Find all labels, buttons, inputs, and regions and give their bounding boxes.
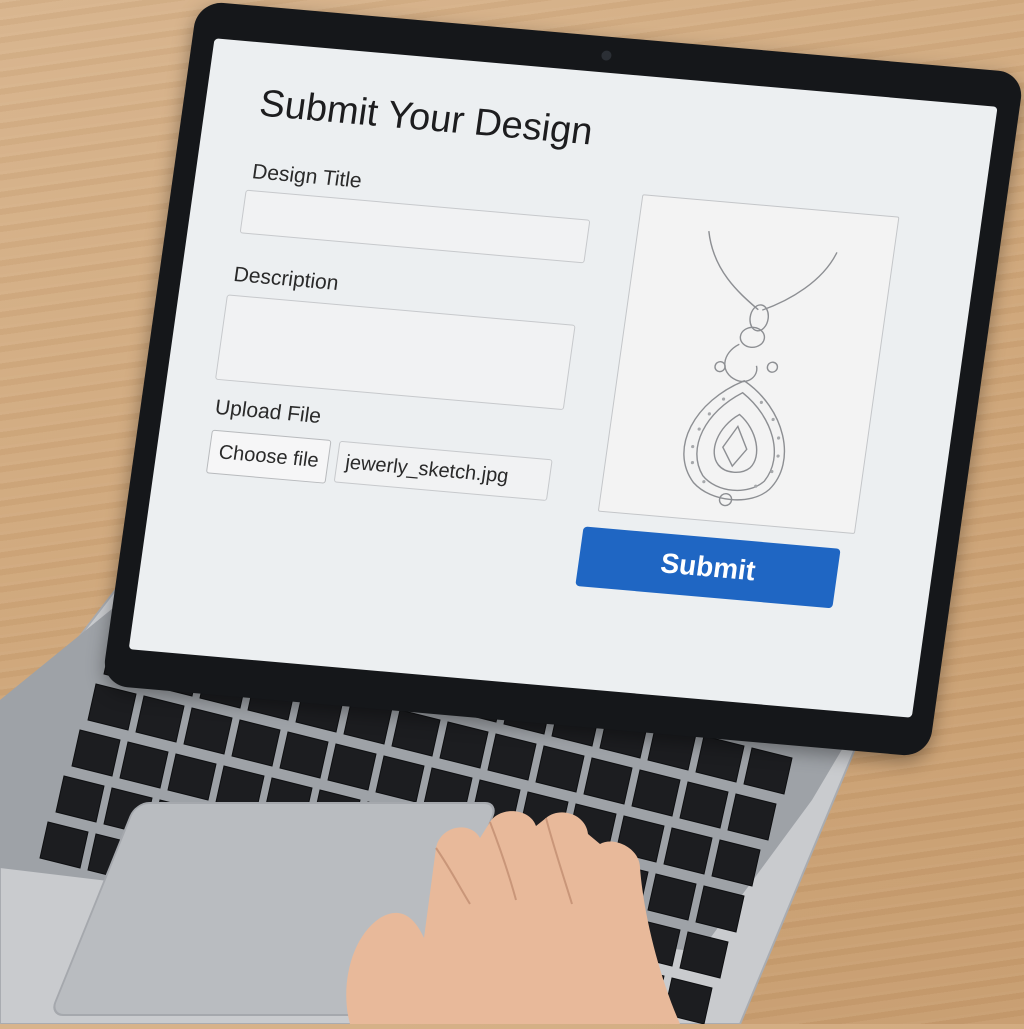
keyboard-key[interactable]: [695, 885, 745, 933]
keyboard-key[interactable]: [167, 753, 217, 801]
keyboard-key[interactable]: [135, 695, 185, 743]
submit-button[interactable]: Submit: [575, 526, 841, 609]
keyboard-key[interactable]: [279, 731, 329, 779]
pendant-sketch-image: [683, 231, 838, 507]
design-preview: [597, 194, 900, 535]
keyboard-key[interactable]: [727, 793, 777, 841]
keyboard-key[interactable]: [327, 743, 377, 791]
webcam-icon: [600, 50, 613, 61]
keyboard-key[interactable]: [231, 719, 281, 767]
hand-image: [346, 811, 680, 1024]
keyboard-key[interactable]: [39, 821, 89, 869]
keyboard-key[interactable]: [391, 709, 441, 757]
keyboard-key[interactable]: [583, 757, 633, 805]
page-title: Submit Your Design: [256, 82, 596, 154]
description-label: Description: [232, 263, 341, 295]
keyboard-key[interactable]: [711, 839, 761, 887]
keyboard-key[interactable]: [695, 735, 745, 783]
design-title-input[interactable]: [239, 189, 591, 264]
keyboard-key[interactable]: [439, 721, 489, 769]
screen: Submit Your Design Design Title Descript…: [128, 38, 998, 718]
user-hand: [340, 808, 690, 1024]
design-title-label: Design Title: [250, 160, 364, 193]
keyboard-key[interactable]: [55, 775, 105, 823]
choose-file-button[interactable]: Choose file: [205, 429, 332, 484]
keyboard-key[interactable]: [183, 707, 233, 755]
keyboard-key[interactable]: [71, 729, 121, 777]
keyboard-key[interactable]: [743, 747, 793, 795]
description-textarea[interactable]: [214, 294, 576, 411]
selected-file-name: jewerly_sketch.jpg: [333, 440, 553, 502]
keyboard-key[interactable]: [487, 733, 537, 781]
laptop-lid: Submit Your Design Design Title Descript…: [101, 0, 1024, 758]
upload-file-label: Upload File: [213, 395, 323, 428]
keyboard-key[interactable]: [87, 683, 137, 731]
keyboard-key[interactable]: [119, 741, 169, 789]
keyboard-key[interactable]: [375, 755, 425, 803]
keyboard-key[interactable]: [535, 745, 585, 793]
